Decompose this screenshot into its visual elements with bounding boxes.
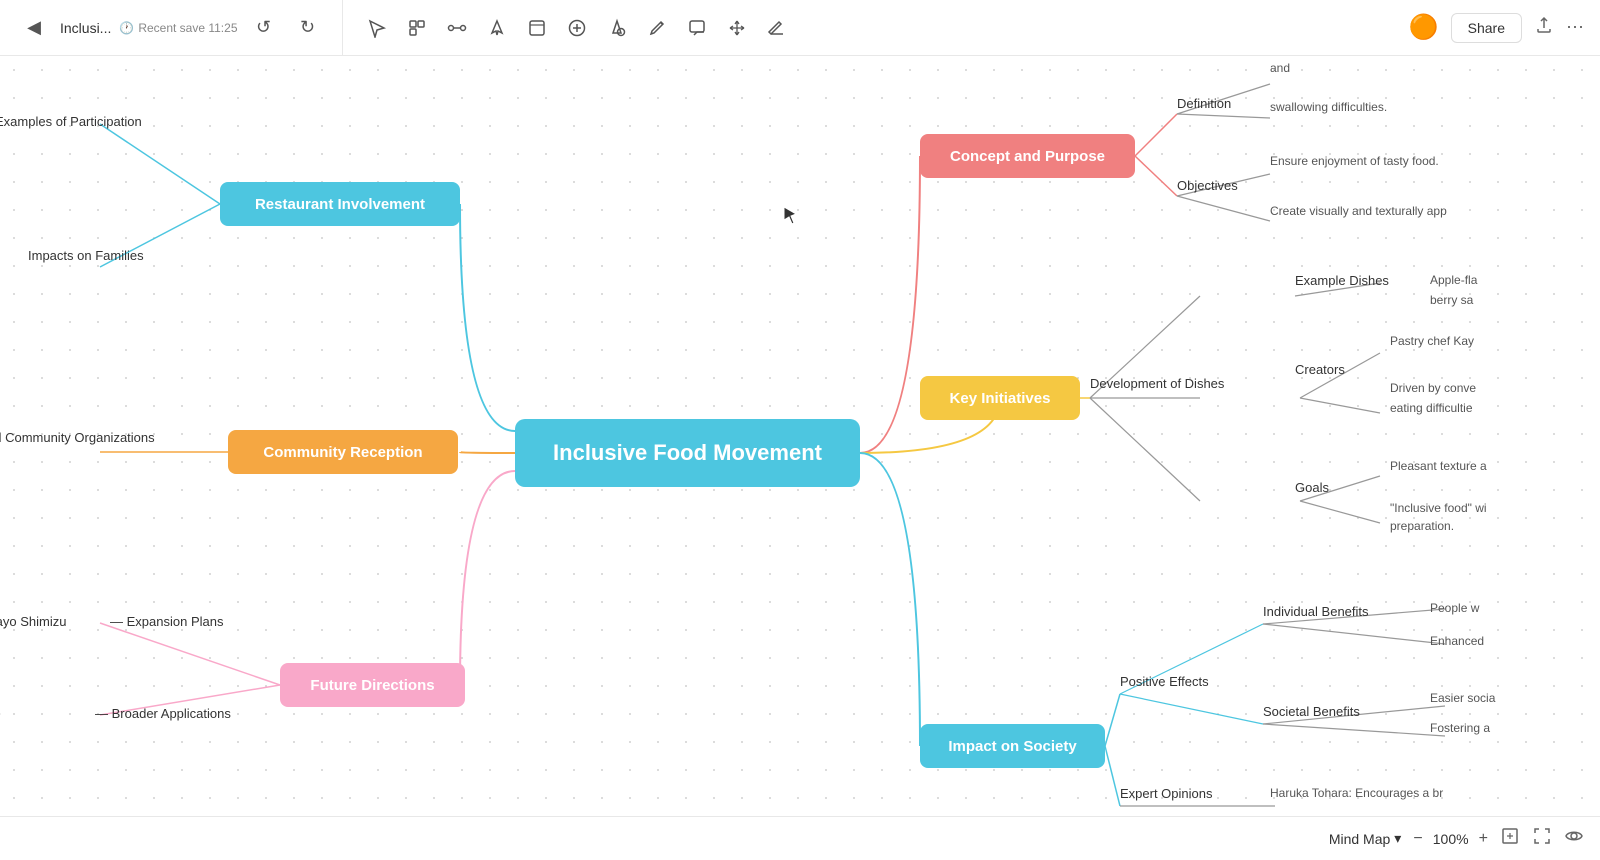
pastry-chef-leaf: Pastry chef Kay — [1390, 334, 1474, 348]
undo-button[interactable]: ↺ — [246, 10, 282, 46]
kayo-shimizu-leaf: Kayo Shimizu — [0, 614, 66, 629]
header: ◀ Inclusi... 🕐 Recent save 11:25 ↺ ↻ — [0, 0, 1600, 56]
apple-fla-leaf: Apple-fla — [1430, 273, 1477, 287]
impacts-families-leaf: Impacts on Families — [28, 248, 144, 263]
key-initiatives-node[interactable]: Key Initiatives — [920, 376, 1080, 420]
expert-opinions-leaf: Expert Opinions — [1120, 786, 1213, 801]
redo-button[interactable]: ↻ — [290, 10, 326, 46]
impact-on-society-node[interactable]: Impact on Society — [920, 724, 1105, 768]
inclusive-food-wi-leaf: "Inclusive food" wi — [1390, 501, 1487, 515]
bottom-bar: Mind Map ▾ − 100% + — [0, 816, 1600, 860]
zoom-in-button[interactable]: + — [1479, 830, 1488, 848]
frame-tool-button[interactable] — [519, 10, 555, 46]
map-mode-select[interactable]: Mind Map ▾ — [1329, 830, 1402, 847]
pleasant-texture-leaf: Pleasant texture a — [1390, 459, 1487, 473]
examples-participation-leaf: Examples of Participation — [0, 114, 142, 129]
pointer-tool-button[interactable] — [479, 10, 515, 46]
driven-by-leaf: Driven by conve — [1390, 381, 1476, 395]
ensure-enjoyment-leaf: Ensure enjoyment of tasty food. — [1270, 154, 1439, 168]
toolbar-section — [343, 10, 1393, 46]
berry-sa-leaf: berry sa — [1430, 293, 1473, 307]
zoom-value: 100% — [1431, 831, 1471, 847]
nd-community-orgs-leaf: nd Community Organizations — [0, 430, 155, 445]
zoom-controls: − 100% + — [1413, 830, 1488, 848]
swallowing-leaf: swallowing difficulties. — [1270, 100, 1387, 114]
expansion-plans-leaf: — Expansion Plans — [110, 614, 223, 629]
pen-tool-button[interactable] — [639, 10, 675, 46]
shape-tool-button[interactable] — [599, 10, 635, 46]
haruka-tohara-leaf: Haruka Tohara: Encourages a br — [1270, 786, 1443, 800]
example-dishes-leaf: Example Dishes — [1295, 273, 1389, 288]
multi-select-tool-button[interactable] — [399, 10, 435, 46]
back-button[interactable]: ◀ — [16, 10, 52, 46]
preparation-leaf: preparation. — [1390, 519, 1454, 533]
people-w-leaf: People w — [1430, 601, 1479, 615]
zoom-out-button[interactable]: − — [1413, 830, 1422, 848]
eating-diff-leaf: eating difficultie — [1390, 401, 1473, 415]
broader-applications-leaf: — Broader Applications — [95, 706, 231, 721]
export-button[interactable] — [1534, 15, 1554, 40]
fit-screen-button[interactable] — [1500, 826, 1520, 851]
nav-section: ◀ Inclusi... 🕐 Recent save 11:25 ↺ ↻ — [0, 0, 343, 55]
create-visually-leaf: Create visually and texturally app — [1270, 204, 1447, 218]
community-reception-node[interactable]: Community Reception — [228, 430, 458, 474]
view-toggle-button[interactable] — [1564, 826, 1584, 851]
logo-icon: 🟠 — [1409, 13, 1439, 42]
clock-icon: 🕐 — [119, 21, 134, 35]
select-tool-button[interactable] — [359, 10, 395, 46]
comment-tool-button[interactable] — [679, 10, 715, 46]
positive-effects-leaf: Positive Effects — [1120, 674, 1209, 689]
eraser-tool-button[interactable] — [759, 10, 795, 46]
easier-social-leaf: Easier socia — [1430, 691, 1495, 705]
definition-leaf: Definition — [1177, 96, 1231, 111]
concept-purpose-node[interactable]: Concept and Purpose — [920, 134, 1135, 178]
more-button[interactable]: ⋯ — [1566, 17, 1584, 38]
connection-tool-button[interactable] — [439, 10, 475, 46]
societal-benefits-leaf: Societal Benefits — [1263, 704, 1360, 719]
creators-leaf: Creators — [1295, 362, 1345, 377]
right-section: 🟠 Share ⋯ — [1393, 13, 1600, 43]
chevron-down-icon: ▾ — [1394, 830, 1401, 847]
add-tool-button[interactable] — [559, 10, 595, 46]
center-node[interactable]: Inclusive Food Movement — [515, 419, 860, 487]
move-tool-button[interactable] — [719, 10, 755, 46]
enhanced-leaf: Enhanced — [1430, 634, 1484, 648]
goals-leaf: Goals — [1295, 480, 1329, 495]
save-info: 🕐 Recent save 11:25 — [119, 21, 237, 35]
restaurant-involvement-node[interactable]: Restaurant Involvement — [220, 182, 460, 226]
and-text-leaf: and — [1270, 61, 1290, 75]
tab-title: Inclusi... — [60, 20, 111, 36]
individual-benefits-leaf: Individual Benefits — [1263, 604, 1369, 619]
share-button[interactable]: Share — [1451, 13, 1522, 43]
objectives-leaf: Objectives — [1177, 178, 1238, 193]
fostering-a-leaf: Fostering a — [1430, 721, 1490, 735]
ve-leaf: ve — [0, 706, 1, 721]
canvas[interactable]: Inclusive Food Movement Concept and Purp… — [0, 56, 1600, 860]
future-directions-node[interactable]: Future Directions — [280, 663, 465, 707]
fullscreen-button[interactable] — [1532, 826, 1552, 851]
dev-of-dishes-leaf: Development of Dishes — [1090, 376, 1224, 391]
